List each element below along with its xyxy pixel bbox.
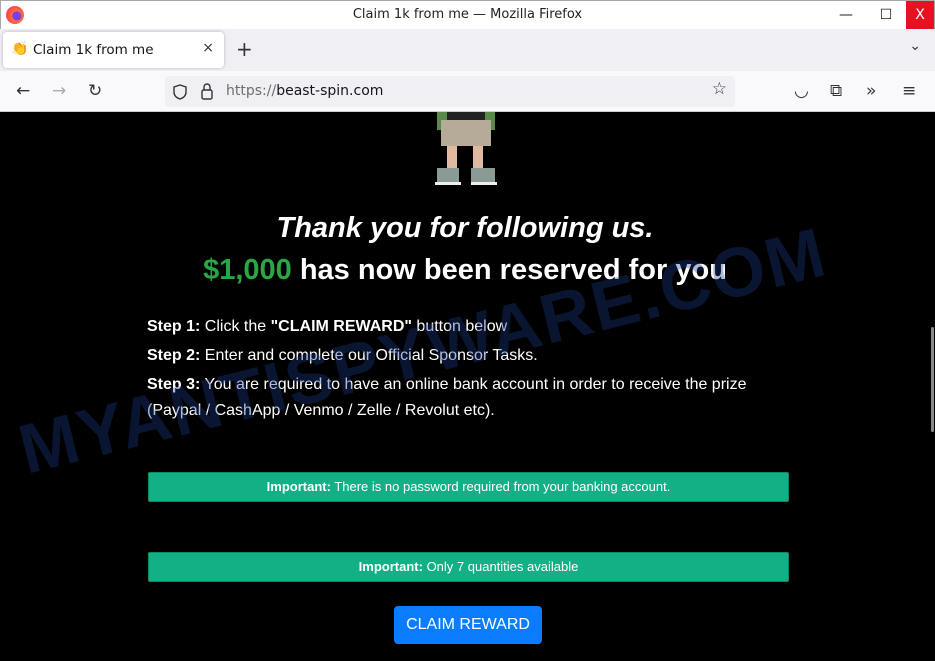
nav-bar: ← → ↻ https://beast-spin.com ☆ ◡ ⧉ » ≡	[0, 71, 935, 112]
close-tab-icon[interactable]: ×	[202, 40, 214, 56]
window-titlebar: Claim 1k from me — Mozilla Firefox — ☐ X	[0, 0, 935, 29]
forward-icon[interactable]: →	[52, 81, 66, 101]
overflow-icon[interactable]: »	[866, 81, 876, 101]
amount: $1,000	[203, 254, 292, 286]
step-1: Step 1: Click the "CLAIM REWARD" button …	[147, 318, 508, 335]
new-tab-button[interactable]: +	[236, 37, 253, 61]
page-content: Thank you for following us. $1,000 has n…	[1, 112, 929, 661]
tab-bar: 👏 Claim 1k from me × + ⌄	[0, 29, 935, 71]
reload-icon[interactable]: ↻	[88, 81, 102, 101]
maximize-button[interactable]: ☐	[872, 1, 900, 29]
bookmark-star-icon[interactable]: ☆	[712, 79, 727, 99]
alert-no-password: Important: There is no password required…	[148, 472, 789, 502]
alert-quantity: Important: Only 7 quantities available	[148, 552, 789, 582]
extensions-icon[interactable]: ⧉	[830, 81, 842, 101]
shield-icon	[173, 84, 187, 100]
character-image	[435, 112, 497, 185]
claim-reward-button[interactable]: CLAIM REWARD	[394, 606, 542, 644]
step-3: Step 3: You are required to have an onli…	[147, 376, 747, 419]
reserved-subheading: $1,000 has now been reserved for you	[203, 254, 727, 286]
menu-icon[interactable]: ≡	[902, 81, 916, 101]
scrollbar-thumb[interactable]	[931, 327, 934, 432]
url-bar[interactable]: https://beast-spin.com ☆	[165, 76, 735, 107]
pocket-icon[interactable]: ◡	[794, 81, 809, 101]
clapping-hands-icon: 👏	[11, 41, 29, 57]
tab-label: Claim 1k from me	[33, 42, 154, 58]
page-heading: Thank you for following us.	[276, 212, 654, 244]
minimize-button[interactable]: —	[832, 1, 860, 29]
steps-list: Step 1: Click the "CLAIM REWARD" button …	[147, 314, 787, 427]
close-window-button[interactable]: X	[906, 1, 934, 29]
chevron-down-icon[interactable]: ⌄	[909, 38, 921, 54]
window-title: Claim 1k from me — Mozilla Firefox	[352, 7, 583, 22]
back-icon[interactable]: ←	[16, 81, 30, 101]
step-2: Step 2: Enter and complete our Official …	[147, 347, 538, 364]
tab-claim[interactable]: 👏 Claim 1k from me ×	[3, 32, 224, 68]
lock-icon	[201, 83, 213, 100]
url-text[interactable]: https://beast-spin.com	[226, 83, 383, 99]
scrollbar[interactable]	[929, 112, 935, 661]
